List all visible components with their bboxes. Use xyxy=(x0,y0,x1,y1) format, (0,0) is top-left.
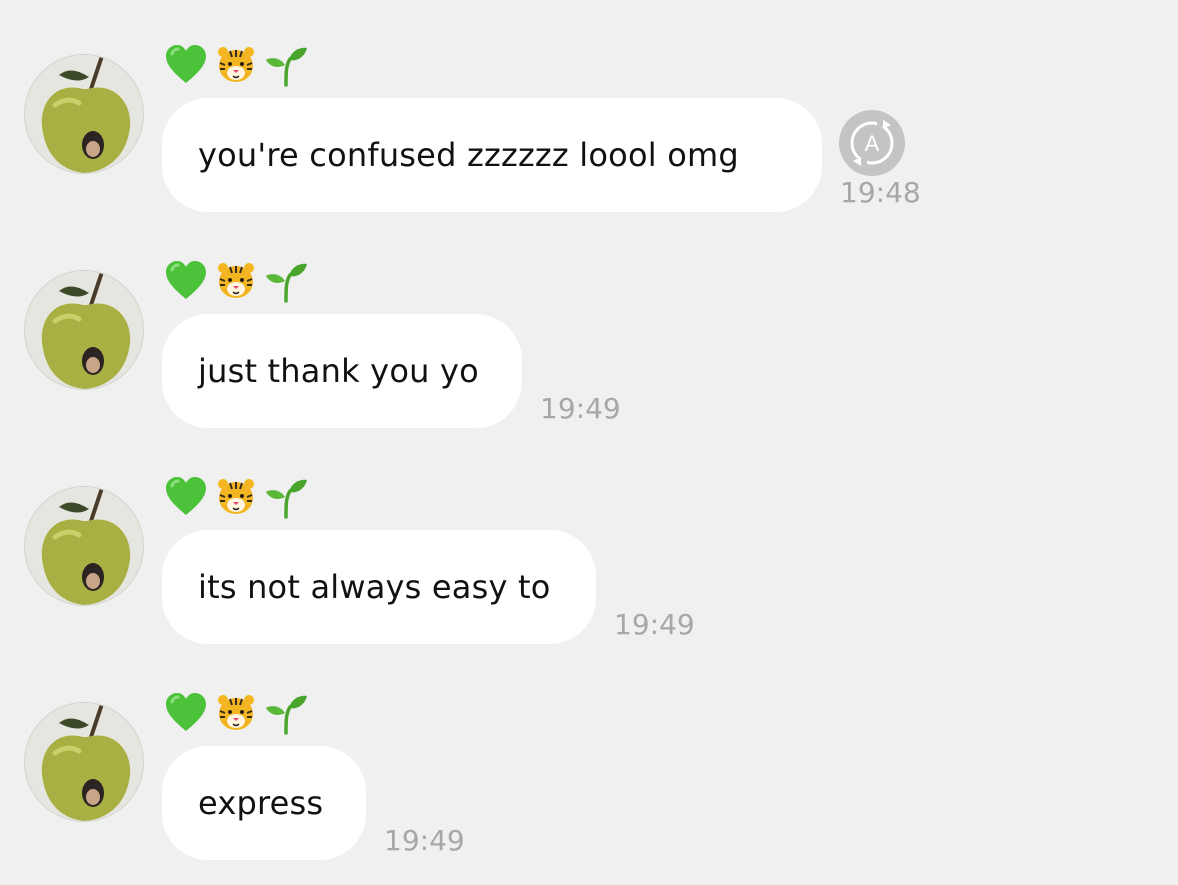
message-timestamp: 19:49 xyxy=(384,824,465,857)
seedling-icon xyxy=(264,691,308,735)
message-timestamp: 19:49 xyxy=(540,392,621,425)
green-heart-icon xyxy=(164,691,208,735)
sender-name-emojis xyxy=(164,474,308,520)
apple-avatar-image xyxy=(25,271,143,389)
avatar[interactable] xyxy=(24,702,144,822)
translate-icon: A xyxy=(850,119,894,166)
sender-name-emojis xyxy=(164,690,308,736)
green-heart-icon xyxy=(164,43,208,87)
message: express 19:49 xyxy=(0,648,1178,864)
green-heart-icon xyxy=(164,475,208,519)
seedling-icon xyxy=(264,475,308,519)
sender-name-emojis xyxy=(164,258,308,304)
message-bubble[interactable]: you're confused zzzzzz loool omg xyxy=(162,98,822,212)
seedling-icon xyxy=(264,259,308,303)
avatar[interactable] xyxy=(24,54,144,174)
tiger-face-icon xyxy=(216,261,256,301)
apple-avatar-image xyxy=(25,55,143,173)
message: its not always easy to 19:49 xyxy=(0,432,1178,648)
translate-glyph: A xyxy=(865,131,880,156)
green-heart-icon xyxy=(164,259,208,303)
translate-button[interactable]: A xyxy=(839,110,905,176)
seedling-icon xyxy=(264,43,308,87)
tiger-face-icon xyxy=(216,693,256,733)
message-bubble[interactable]: express xyxy=(162,746,366,860)
message-bubble[interactable]: just thank you yo xyxy=(162,314,522,428)
apple-avatar-image xyxy=(25,703,143,821)
message-bubble[interactable]: its not always easy to xyxy=(162,530,596,644)
avatar[interactable] xyxy=(24,270,144,390)
message-text: just thank you yo xyxy=(198,352,479,390)
message: you're confused zzzzzz loool omg A 19:48 xyxy=(0,0,1178,216)
sender-name-emojis xyxy=(164,42,308,88)
chat-thread: you're confused zzzzzz loool omg A 19:48 xyxy=(0,0,1178,885)
message-text: you're confused zzzzzz loool omg xyxy=(198,136,739,174)
message-timestamp: 19:49 xyxy=(614,608,695,641)
apple-avatar-image xyxy=(25,487,143,605)
message-timestamp: 19:48 xyxy=(840,176,921,209)
tiger-face-icon xyxy=(216,477,256,517)
message-text: express xyxy=(198,784,324,822)
message: just thank you yo 19:49 xyxy=(0,216,1178,432)
tiger-face-icon xyxy=(216,45,256,85)
avatar[interactable] xyxy=(24,486,144,606)
message-text: its not always easy to xyxy=(198,568,551,606)
